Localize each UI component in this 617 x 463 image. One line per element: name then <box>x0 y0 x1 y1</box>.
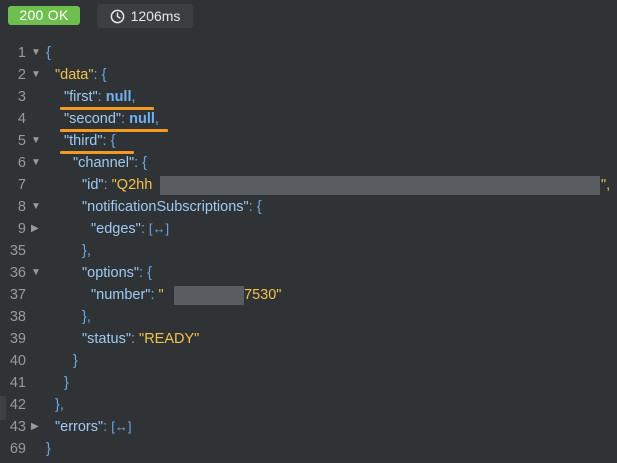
clock-icon <box>110 9 125 24</box>
brace: { <box>46 45 51 61</box>
json-value: null <box>129 111 155 127</box>
brace: }, <box>55 397 64 413</box>
json-value: "Q2hh <box>111 177 153 193</box>
code-line: 1 ▼ { <box>0 42 617 64</box>
json-key: "first" <box>64 89 98 105</box>
code-line: 69 } <box>0 438 617 460</box>
line-number: 69 <box>9 441 26 457</box>
brace: }, <box>82 243 91 259</box>
json-key: "second" <box>64 111 122 127</box>
brace: }, <box>82 309 91 325</box>
line-number: 2 <box>17 67 26 83</box>
code-line: 38 }, <box>0 306 617 328</box>
json-key: "channel" <box>73 155 135 171</box>
code-line: 37 "number": " 7530" <box>0 284 617 306</box>
code-line: 35 }, <box>0 240 617 262</box>
brace: } <box>64 375 69 391</box>
json-key: "notificationSubscriptions" <box>82 199 249 215</box>
caret-down-icon[interactable]: ▼ <box>31 262 41 284</box>
code-line: 43 ▶ "errors": [↔] <box>0 416 617 438</box>
line-number: 1 <box>17 45 26 61</box>
code-line: 4 "second": null, <box>0 108 617 132</box>
caret-down-icon[interactable]: ▼ <box>31 42 41 64</box>
json-key: "edges" <box>91 221 141 237</box>
redacted-value <box>160 176 600 195</box>
status-badge: 200 OK <box>8 6 80 25</box>
code-line: 39 "status": "READY" <box>0 328 617 350</box>
code-line: 41 } <box>0 372 617 394</box>
response-time-value: 1206ms <box>130 8 181 24</box>
line-number: 6 <box>17 155 26 171</box>
json-key: "number" <box>91 287 151 303</box>
json-value-end: 7530" <box>244 287 282 303</box>
line-number: 42 <box>9 397 26 413</box>
code-line: 5 ▼ "third": { <box>0 130 617 154</box>
collapsed-array[interactable]: [↔] <box>111 419 131 434</box>
line-number: 40 <box>9 353 26 369</box>
redacted-value <box>174 286 244 305</box>
json-key: "errors" <box>55 419 104 435</box>
line-number: 4 <box>17 111 26 127</box>
brace: } <box>73 353 78 369</box>
json-value: " <box>158 287 164 303</box>
line-number: 5 <box>17 133 26 149</box>
line-number: 7 <box>17 177 26 193</box>
line-number: 43 <box>9 419 26 435</box>
line-number: 8 <box>17 199 26 215</box>
json-value: "READY" <box>139 331 200 347</box>
caret-down-icon[interactable]: ▼ <box>31 152 41 174</box>
json-value: null <box>105 89 132 105</box>
line-number: 9 <box>17 221 26 237</box>
code-line: 8 ▼ "notificationSubscriptions": { <box>0 196 617 218</box>
code-line: 6 ▼ "channel": { <box>0 152 617 174</box>
line-number: 38 <box>9 309 26 325</box>
caret-right-icon[interactable]: ▶ <box>31 416 39 438</box>
code-line: 7 "id": "Q2hh ", <box>0 174 617 196</box>
json-value-end: ", <box>601 177 611 193</box>
line-number: 36 <box>9 265 26 281</box>
code-line: 3 "first": null, <box>0 86 617 110</box>
line-number: 41 <box>9 375 26 391</box>
code-line: 40 } <box>0 350 617 372</box>
caret-down-icon[interactable]: ▼ <box>31 64 41 86</box>
code-line: 42 }, <box>0 394 617 416</box>
json-key: "status" <box>82 331 131 347</box>
caret-down-icon[interactable]: ▼ <box>31 196 41 218</box>
json-key: "options" <box>82 265 140 281</box>
response-time: 1206ms <box>97 4 193 28</box>
line-number: 3 <box>17 89 26 105</box>
line-number: 35 <box>9 243 26 259</box>
code-line: 2 ▼ "data": { <box>0 64 617 86</box>
line-number: 37 <box>9 287 26 303</box>
brace: } <box>46 441 51 457</box>
json-key: "third" <box>64 133 103 149</box>
caret-down-icon[interactable]: ▼ <box>31 130 41 152</box>
collapsed-array[interactable]: [↔] <box>149 221 169 236</box>
code-line: 36 ▼ "options": { <box>0 262 617 284</box>
code-line: 9 ▶ "edges": [↔] <box>0 218 617 240</box>
caret-right-icon[interactable]: ▶ <box>31 218 39 240</box>
line-number: 39 <box>9 331 26 347</box>
response-toolbar: 200 OK 1206ms <box>0 0 617 34</box>
json-key: "data" <box>55 67 94 83</box>
json-key: "id" <box>82 177 104 193</box>
